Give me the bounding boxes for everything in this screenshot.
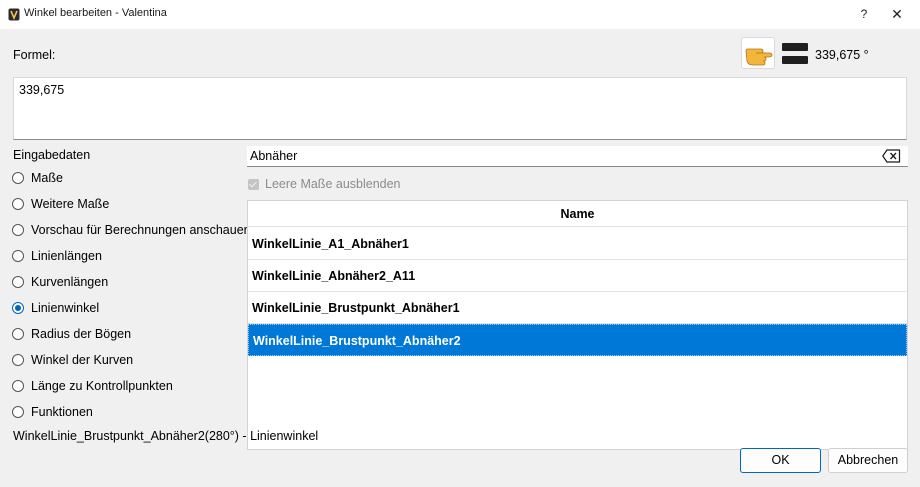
title-bar: Winkel bearbeiten - Valentina ? ✕ [0,0,920,29]
cancel-button[interactable]: Abbrechen [828,448,908,473]
table-row[interactable]: WinkelLinie_Brustpunkt_Abnäher1 [248,292,907,324]
equals-icon [782,43,808,65]
radio-more-measurements[interactable]: Weitere Maße [12,195,109,213]
radio-label: Winkel der Kurven [31,353,134,367]
table-row[interactable]: WinkelLinie_A1_Abnäher1 [248,228,907,260]
radio-button[interactable] [12,250,24,262]
clear-search-icon[interactable] [882,149,901,163]
description-text: WinkelLinie_Brustpunkt_Abnäher2(280°) - … [13,429,319,443]
edit-angle-dialog: Formel: 339,675 ° 339,675 Eingabedaten M… [0,29,920,487]
hide-empty-checkbox[interactable]: Leere Maße ausblenden [247,176,401,192]
radio-button[interactable] [12,328,24,340]
radio-line-lengths[interactable]: Linienlängen [12,247,102,265]
checkbox[interactable] [248,178,259,190]
pointing-hand-icon [745,48,773,66]
radio-functions[interactable]: Funktionen [12,403,93,421]
radio-button-checked[interactable] [12,302,24,314]
radio-label: Weitere Maße [31,197,110,211]
table-row-selected[interactable]: WinkelLinie_Brustpunkt_Abnäher2 [248,324,907,356]
table-row[interactable]: WinkelLinie_Abnäher2_A11 [248,260,907,292]
radio-button[interactable] [12,380,24,392]
radio-button[interactable] [12,198,24,210]
radio-label: Vorschau für Berechnungen anschauen [31,223,251,237]
input-data-label: Eingabedaten [13,148,91,162]
radio-preview-calculations[interactable]: Vorschau für Berechnungen anschauen [12,221,251,239]
formula-result: 339,675 ° [815,48,869,62]
radio-arc-radius[interactable]: Radius der Bögen [12,325,131,343]
radio-button[interactable] [12,224,24,236]
radio-label: Kurvenlängen [31,275,109,289]
radio-control-point-length[interactable]: Länge zu Kontrollpunkten [12,377,173,395]
close-button[interactable]: ✕ [885,2,909,26]
formula-wizard-button[interactable] [741,37,775,69]
radio-measurements[interactable]: Maße [12,169,63,187]
help-button[interactable]: ? [852,2,876,26]
radio-label: Länge zu Kontrollpunkten [31,379,173,393]
table-header-name[interactable]: Name [248,201,907,227]
formula-input[interactable]: 339,675 [13,77,907,140]
radio-label: Maße [31,171,63,185]
radio-line-angles[interactable]: Linienwinkel [12,299,99,317]
radio-label: Linienwinkel [31,301,100,315]
window-title: Winkel bearbeiten - Valentina [24,7,167,19]
radio-label: Linienlängen [31,249,102,263]
radio-button[interactable] [12,172,24,184]
search-input[interactable]: Abnäher [247,146,908,167]
formula-label: Formel: [13,48,56,62]
radio-button[interactable] [12,354,24,366]
valentina-app-icon [8,8,20,21]
radio-button[interactable] [12,406,24,418]
hide-empty-label: Leere Maße ausblenden [265,177,401,191]
radio-label: Funktionen [31,405,93,419]
search-input-value: Abnäher [250,149,298,163]
radio-curve-angles[interactable]: Winkel der Kurven [12,351,133,369]
ok-button[interactable]: OK [740,448,821,473]
radio-button[interactable] [12,276,24,288]
radio-label: Radius der Bögen [31,327,132,341]
radio-curve-lengths[interactable]: Kurvenlängen [12,273,108,291]
measurements-table: Name WinkelLinie_A1_Abnäher1 WinkelLinie… [247,200,908,450]
